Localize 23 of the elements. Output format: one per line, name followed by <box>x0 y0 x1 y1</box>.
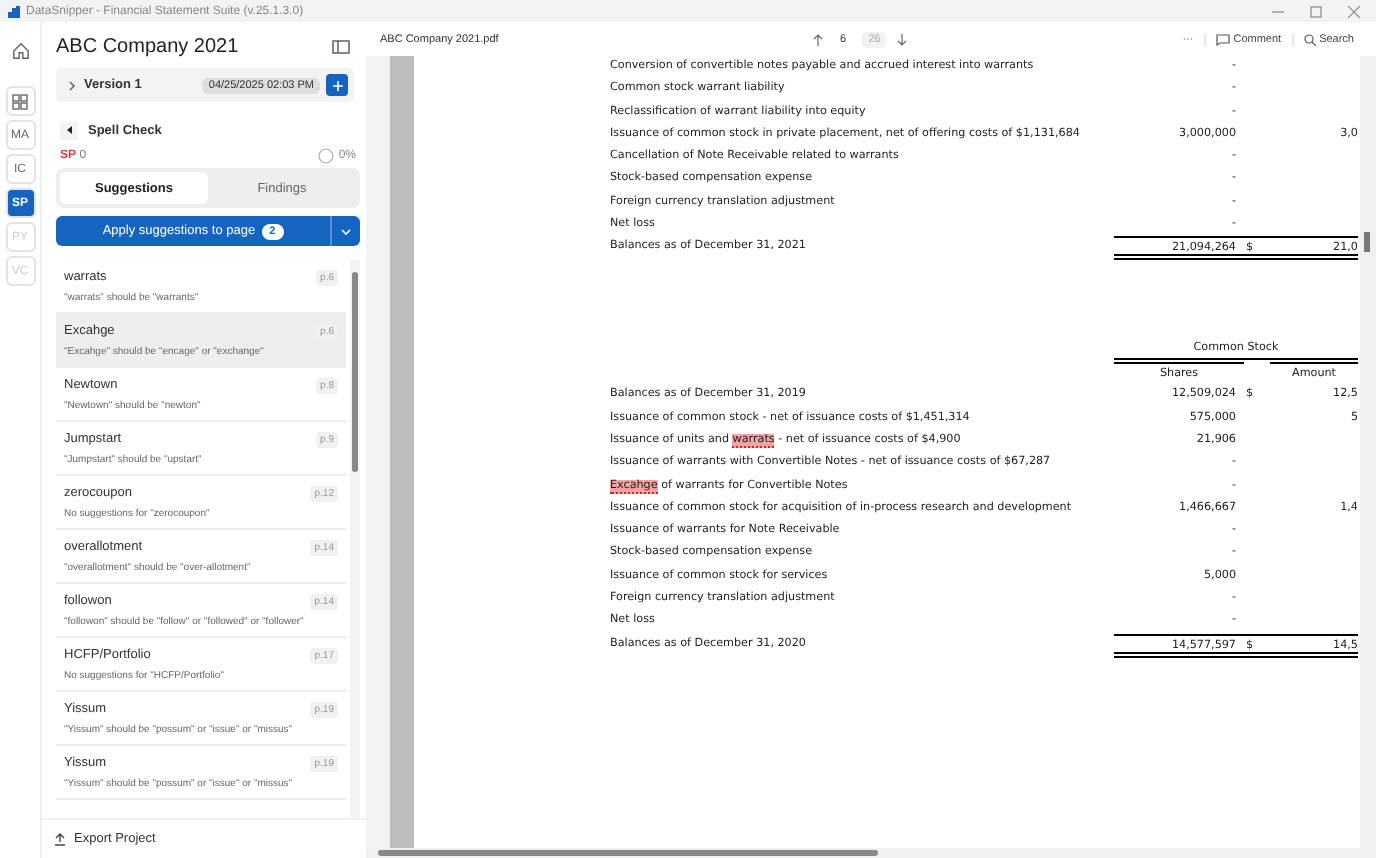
home-icon <box>11 42 29 60</box>
search-icon <box>1303 33 1316 45</box>
plus-icon <box>331 79 343 91</box>
horizontal-scrollbar[interactable] <box>366 848 1376 858</box>
upload-icon <box>54 832 66 846</box>
grid-icon <box>12 93 28 109</box>
panel-toggle-icon[interactable] <box>332 40 350 54</box>
grid-button[interactable] <box>5 86 35 116</box>
scrollbar[interactable] <box>350 260 360 818</box>
chevron-icon <box>66 79 78 91</box>
app-logo-icon <box>8 5 20 17</box>
comment-icon <box>1215 33 1230 45</box>
project-title: ABC Company 2021 <box>56 36 239 58</box>
maximize-icon[interactable] <box>1310 5 1322 17</box>
chevron-icon <box>340 225 352 237</box>
triangle-left-icon <box>65 126 73 134</box>
progress-ring-icon <box>318 147 335 163</box>
arrow-down-icon[interactable] <box>896 33 909 45</box>
add-button[interactable] <box>326 74 348 96</box>
dropdown-button[interactable] <box>330 216 360 246</box>
close-icon[interactable] <box>1348 5 1360 17</box>
arrow-up-icon[interactable] <box>812 33 824 45</box>
back-button[interactable] <box>60 121 78 139</box>
